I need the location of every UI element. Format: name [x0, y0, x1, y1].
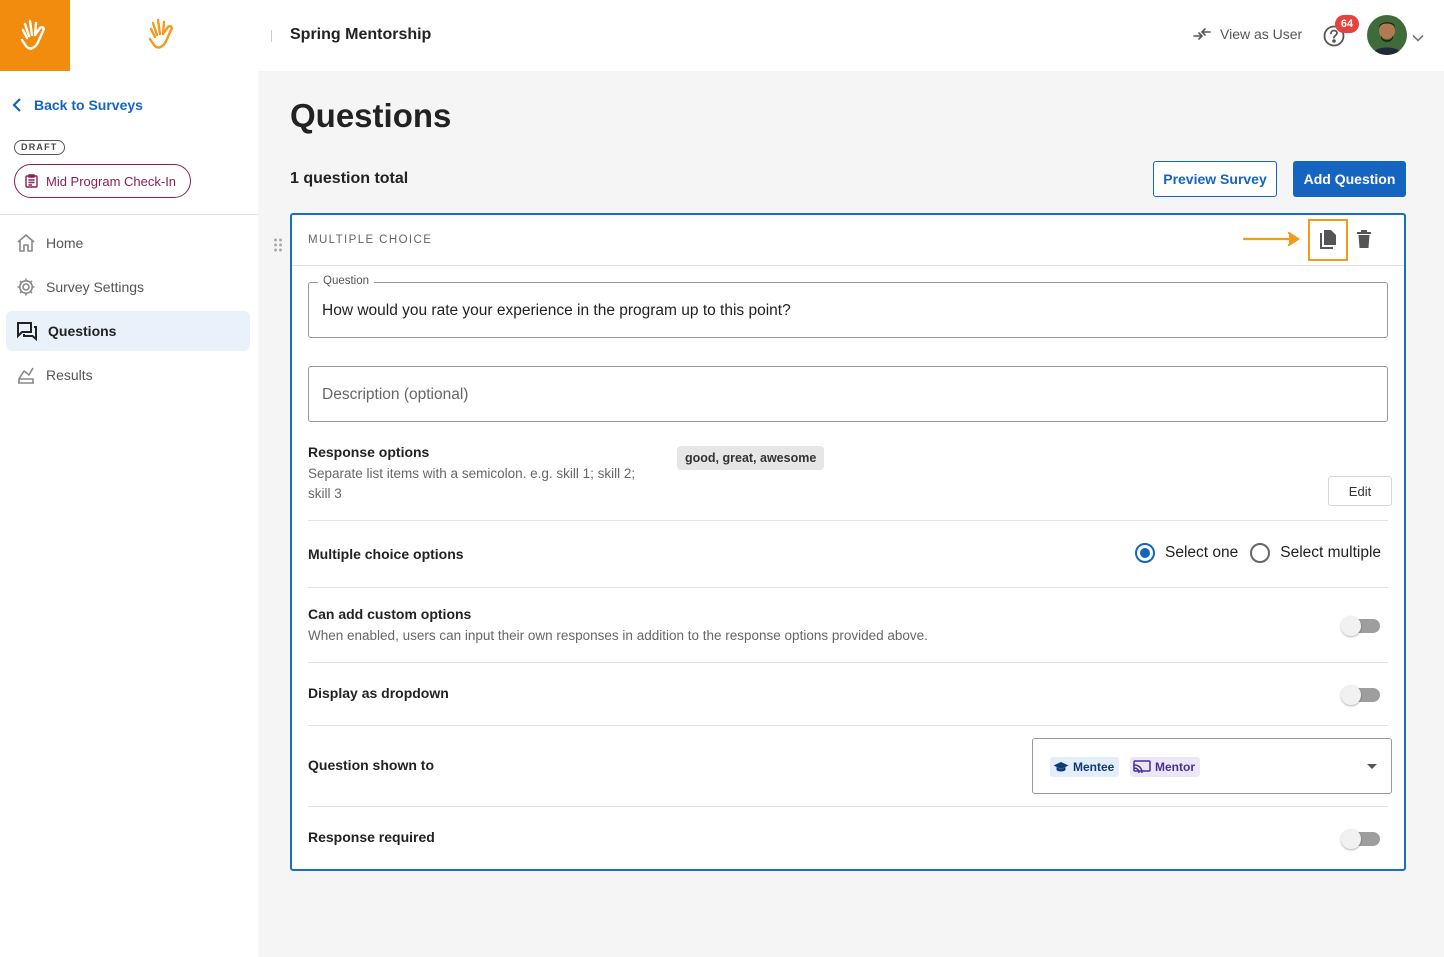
mentor-tag-label: Mentor [1155, 760, 1195, 774]
display-dropdown-toggle[interactable] [1341, 685, 1380, 705]
sidebar-item-label: Results [46, 367, 93, 383]
drag-handle[interactable] [273, 238, 283, 257]
response-required-toggle[interactable] [1341, 829, 1380, 849]
avatar[interactable] [1367, 15, 1407, 55]
swap-arrows-icon [1193, 28, 1211, 40]
edit-options-button[interactable]: Edit [1328, 476, 1392, 506]
response-options-hint: Separate list items with a semicolon. e.… [308, 466, 636, 481]
mentee-tag-label: Mentee [1073, 760, 1115, 774]
shown-to-select[interactable]: Mentee Mentor [1032, 738, 1392, 794]
sidebar-item-home[interactable]: Home [6, 223, 250, 263]
custom-options-toggle[interactable] [1341, 616, 1380, 636]
graduation-cap-icon [1053, 762, 1069, 772]
home-icon [17, 234, 35, 252]
divider [308, 520, 1388, 521]
dropdown-caret-icon [1367, 764, 1377, 769]
top-bar: Spring Mentorship View as User 64 [0, 0, 1444, 71]
shown-to-label: Question shown to [308, 757, 434, 773]
sidebar: Back to Surveys DRAFT Mid Program Check-… [0, 71, 258, 957]
brand-logo[interactable] [0, 0, 70, 71]
sidebar-item-results[interactable]: Results [6, 355, 250, 395]
question-text: How would you rate your experience in th… [322, 302, 791, 319]
program-logo [146, 17, 180, 58]
custom-options-hint: When enabled, users can input their own … [308, 628, 928, 643]
back-to-surveys-link[interactable]: Back to Surveys [12, 97, 143, 113]
divider [308, 806, 1388, 807]
response-required-label: Response required [308, 829, 435, 845]
chevron-left-icon [12, 98, 21, 112]
question-field-label: Question [318, 275, 375, 287]
response-options-hint: skill 3 [308, 486, 342, 501]
questions-icon [17, 322, 37, 341]
response-options-chip: good, great, awesome [677, 446, 825, 470]
sidebar-item-label: Questions [48, 323, 117, 339]
results-icon [18, 367, 34, 384]
question-type-label: MULTIPLE CHOICE [308, 234, 433, 246]
survey-name-pill[interactable]: Mid Program Check-In [14, 164, 191, 198]
question-field[interactable]: Question How would you rate your experie… [308, 275, 1388, 338]
description-field[interactable]: Description (optional) [308, 366, 1388, 422]
mentor-tag: Mentor [1130, 757, 1200, 777]
custom-options-label: Can add custom options [308, 606, 472, 622]
main-content: Questions 1 question total Preview Surve… [258, 71, 1444, 957]
sidebar-item-label: Home [46, 235, 84, 251]
delete-question-button[interactable] [1356, 229, 1372, 254]
status-badge: DRAFT [14, 140, 65, 155]
waving-hand-icon [20, 19, 45, 50]
highlight-arrow [1242, 229, 1302, 254]
mc-options-label: Multiple choice options [308, 546, 464, 562]
preview-survey-button[interactable]: Preview Survey [1153, 161, 1277, 197]
trash-icon [1357, 230, 1371, 248]
mentee-tag: Mentee [1050, 757, 1120, 777]
arrow-right-icon [1242, 231, 1300, 247]
survey-name: Mid Program Check-In [46, 173, 177, 189]
description-placeholder: Description (optional) [322, 386, 469, 403]
account-menu-chevron[interactable] [1412, 29, 1424, 47]
chevron-down-icon [1412, 34, 1424, 42]
sidebar-item-survey-settings[interactable]: Survey Settings [6, 267, 250, 307]
user-avatar-icon [1367, 15, 1407, 55]
presenter-icon [1133, 760, 1151, 774]
drag-dots-icon [274, 238, 282, 252]
page-title: Questions [290, 97, 452, 134]
duplicate-question-button[interactable] [1308, 219, 1348, 261]
add-question-button[interactable]: Add Question [1293, 161, 1406, 197]
radio-select-multiple[interactable] [1250, 543, 1271, 563]
divider [308, 725, 1388, 726]
gear-icon [17, 278, 35, 296]
divider [271, 30, 272, 42]
radio-select-multiple-label: Select multiple [1280, 544, 1382, 561]
divider [0, 214, 258, 215]
question-card-header: MULTIPLE CHOICE [292, 215, 1404, 266]
radio-select-one[interactable] [1135, 543, 1155, 563]
divider [308, 587, 1388, 588]
question-card: MULTIPLE CHOICE Question How would you r… [290, 213, 1406, 871]
view-as-user-button[interactable]: View as User [1193, 26, 1302, 42]
sidebar-item-questions[interactable]: Questions [6, 311, 250, 351]
response-options-label: Response options [308, 444, 430, 460]
question-count: 1 question total [290, 170, 409, 187]
waving-hand-icon [148, 18, 173, 49]
sidebar-item-label: Survey Settings [46, 279, 145, 295]
mc-mode-radio-group: Select one Select multiple [1135, 543, 1381, 563]
radio-select-one-label: Select one [1165, 544, 1239, 561]
clipboard-icon [25, 174, 38, 188]
divider [308, 662, 1388, 663]
view-as-user-label: View as User [1220, 26, 1303, 42]
back-label: Back to Surveys [34, 97, 143, 113]
copy-icon [1320, 230, 1336, 249]
dropdown-label: Display as dropdown [308, 685, 449, 701]
notification-badge: 64 [1335, 15, 1359, 33]
program-title: Spring Mentorship [290, 26, 432, 43]
